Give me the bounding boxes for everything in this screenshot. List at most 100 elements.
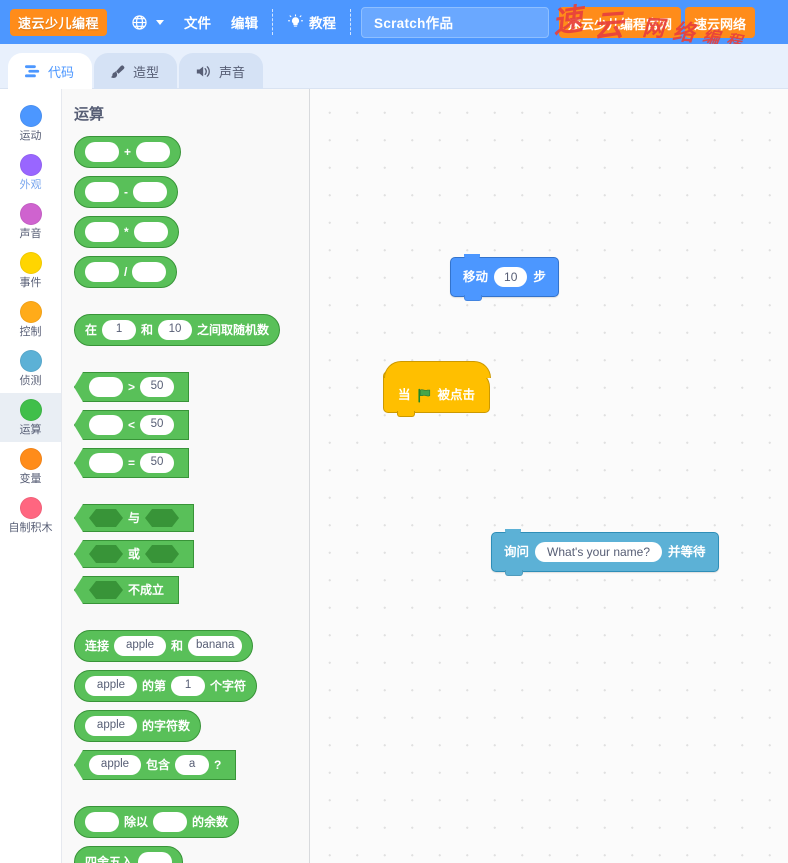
block-operator-or[interactable]: 或 [74, 540, 194, 568]
block-operator-join[interactable]: 连接 apple 和 banana [74, 630, 253, 662]
block-operator-divide[interactable]: / [74, 256, 177, 288]
category-label: 控制 [20, 325, 42, 339]
operand-left[interactable] [85, 182, 119, 202]
menu-edit[interactable]: 编辑 [221, 0, 268, 44]
boolean-slot-right[interactable] [145, 509, 179, 527]
category-label: 自制积木 [9, 521, 53, 535]
network-button[interactable]: 速云网络 [685, 7, 755, 38]
tab-costumes-label: 造型 [133, 62, 159, 81]
app-logo[interactable]: 速云少儿编程 [10, 9, 107, 36]
block-operator-less-than[interactable]: < 50 [74, 410, 189, 440]
project-name-input[interactable] [361, 7, 549, 38]
boolean-slot-right[interactable] [145, 545, 179, 563]
mod-suffix-label: 的余数 [192, 816, 228, 828]
operand-left[interactable] [89, 377, 123, 397]
join-mid-label: 和 [171, 640, 183, 652]
operator-symbol: * [124, 226, 129, 238]
block-operator-add[interactable]: + [74, 136, 181, 168]
tab-sounds[interactable]: 声音 [179, 53, 263, 89]
category-operators[interactable]: 运算 [0, 393, 61, 442]
globe-icon [131, 14, 148, 31]
category-motion[interactable]: 运动 [0, 99, 61, 148]
join-input-b[interactable]: banana [188, 636, 242, 656]
random-suffix-label: 之间取随机数 [197, 324, 269, 336]
round-input[interactable] [138, 852, 172, 863]
boolean-slot-left[interactable] [89, 545, 123, 563]
block-operator-mod[interactable]: 除以 的余数 [74, 806, 239, 838]
category-label: 运动 [20, 129, 42, 143]
operand-right[interactable] [136, 142, 170, 162]
category-sound[interactable]: 声音 [0, 197, 61, 246]
boolean-slot-left[interactable] [89, 509, 123, 527]
block-operator-greater-than[interactable]: > 50 [74, 372, 189, 402]
category-color-dot [20, 203, 42, 225]
chevron-down-icon [156, 20, 164, 25]
length-string-input[interactable]: apple [85, 716, 137, 736]
operand-right[interactable] [134, 222, 168, 242]
operand-right[interactable]: 50 [140, 415, 174, 435]
operand-left[interactable] [89, 415, 123, 435]
operand-right[interactable] [132, 262, 166, 282]
workspace-block-ask-and-wait[interactable]: 询问 What's your name? 并等待 [491, 532, 719, 572]
tab-costumes[interactable]: 造型 [94, 53, 177, 89]
letter-index-input[interactable]: 1 [171, 676, 205, 696]
contains-mid-label: 包含 [146, 759, 170, 771]
block-operator-round[interactable]: 四舍五入 [74, 846, 183, 863]
category-control[interactable]: 控制 [0, 295, 61, 344]
boolean-slot[interactable] [89, 581, 123, 599]
tab-code[interactable]: 代码 [8, 53, 92, 89]
palette-spacer [74, 296, 309, 314]
move-steps-input[interactable]: 10 [494, 267, 527, 287]
move-prefix-label: 移动 [463, 271, 488, 284]
workspace-block-when-flag-clicked[interactable]: 当 被点击 [383, 371, 490, 413]
script-canvas[interactable]: 移动 10 步 当 被点击 询问 What's your name? 并等待 [310, 89, 788, 863]
operator-symbol: + [124, 146, 131, 158]
ask-question-input[interactable]: What's your name? [535, 542, 662, 562]
contains-string-input[interactable]: apple [89, 755, 141, 775]
block-palette[interactable]: 运算 + - * / 在 1 和 10 之间取随机数 [62, 89, 310, 863]
workspace-block-move-steps[interactable]: 移动 10 步 [450, 257, 559, 297]
category-looks[interactable]: 外观 [0, 148, 61, 197]
category-color-dot [20, 350, 42, 372]
block-operator-not[interactable]: 不成立 [74, 576, 179, 604]
official-site-button[interactable]: 速云少儿编程官网 [559, 7, 681, 38]
when-prefix-label: 当 [398, 389, 411, 402]
category-variables[interactable]: 变量 [0, 442, 61, 491]
join-input-a[interactable]: apple [114, 636, 166, 656]
block-operator-multiply[interactable]: * [74, 216, 179, 248]
category-sensing[interactable]: 侦测 [0, 344, 61, 393]
block-operator-equals[interactable]: = 50 [74, 448, 189, 478]
block-operator-subtract[interactable]: - [74, 176, 178, 208]
operator-symbol: / [124, 266, 127, 278]
operand-left[interactable] [85, 262, 119, 282]
operand-right[interactable] [133, 182, 167, 202]
language-selector[interactable] [121, 0, 174, 44]
menu-tutorials[interactable]: 教程 [277, 0, 346, 44]
random-min-input[interactable]: 1 [102, 320, 136, 340]
operand-left[interactable] [89, 453, 123, 473]
letter-string-input[interactable]: apple [85, 676, 137, 696]
block-operator-and[interactable]: 与 [74, 504, 194, 532]
tab-bar: 代码 造型 声音 [0, 44, 788, 89]
category-label: 声音 [20, 227, 42, 241]
contains-substring-input[interactable]: a [175, 755, 209, 775]
operand-right[interactable]: 50 [140, 377, 174, 397]
operand-left[interactable] [85, 142, 119, 162]
menu-divider-1 [272, 9, 273, 35]
block-operator-random[interactable]: 在 1 和 10 之间取随机数 [74, 314, 280, 346]
category-events[interactable]: 事件 [0, 246, 61, 295]
operand-right[interactable]: 50 [140, 453, 174, 473]
category-my-blocks[interactable]: 自制积木 [0, 491, 61, 540]
operand-left[interactable] [85, 812, 119, 832]
block-operator-length-of[interactable]: apple 的字符数 [74, 710, 201, 742]
random-max-input[interactable]: 10 [158, 320, 192, 340]
mod-mid-label: 除以 [124, 816, 148, 828]
operand-right[interactable] [153, 812, 187, 832]
operator-label: 或 [128, 548, 140, 560]
block-operator-contains[interactable]: apple 包含 a ? [74, 750, 236, 780]
menu-file[interactable]: 文件 [174, 0, 221, 44]
operand-left[interactable] [85, 222, 119, 242]
operator-symbol: = [128, 457, 135, 469]
letter-suffix-label: 个字符 [210, 680, 246, 692]
block-operator-letter-of[interactable]: apple 的第 1 个字符 [74, 670, 257, 702]
